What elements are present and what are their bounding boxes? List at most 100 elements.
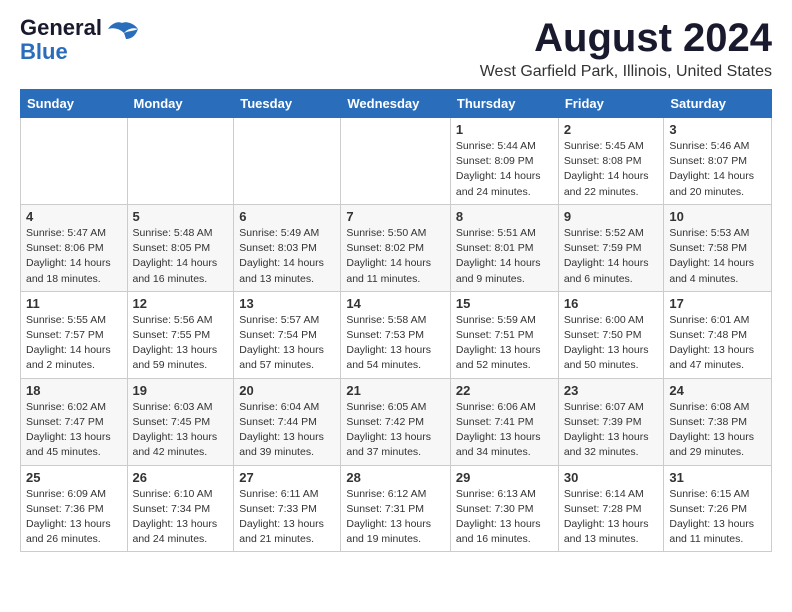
day-info: Sunrise: 5:55 AM Sunset: 7:57 PM Dayligh…: [26, 313, 122, 374]
calendar-week-row: 11 Sunrise: 5:55 AM Sunset: 7:57 PM Dayli…: [21, 291, 772, 378]
day-info: Sunrise: 5:45 AM Sunset: 8:08 PM Dayligh…: [564, 139, 659, 200]
day-number: 5: [133, 209, 229, 224]
day-number: 27: [239, 470, 335, 485]
table-row: 30 Sunrise: 6:14 AM Sunset: 7:28 PM Dayli…: [558, 465, 664, 552]
day-number: 16: [564, 296, 659, 311]
day-number: 4: [26, 209, 122, 224]
table-row: 25 Sunrise: 6:09 AM Sunset: 7:36 PM Dayli…: [21, 465, 128, 552]
header-sunday: Sunday: [21, 90, 128, 118]
day-number: 2: [564, 122, 659, 137]
day-number: 22: [456, 383, 553, 398]
day-number: 1: [456, 122, 553, 137]
table-row: 10Sunrise: 5:53 AM Sunset: 7:58 PM Dayli…: [664, 204, 772, 291]
day-number: 24: [669, 383, 766, 398]
table-row: 13 Sunrise: 5:57 AM Sunset: 7:54 PM Dayli…: [234, 291, 341, 378]
day-number: 28: [346, 470, 445, 485]
day-number: 19: [133, 383, 229, 398]
day-info: Sunrise: 6:10 AM Sunset: 7:34 PM Dayligh…: [133, 487, 229, 548]
table-row: 5 Sunrise: 5:48 AM Sunset: 8:05 PM Daylig…: [127, 204, 234, 291]
day-info: Sunrise: 5:58 AM Sunset: 7:53 PM Dayligh…: [346, 313, 445, 374]
day-info: Sunrise: 5:49 AM Sunset: 8:03 PM Dayligh…: [239, 226, 335, 287]
calendar-week-row: 25 Sunrise: 6:09 AM Sunset: 7:36 PM Dayli…: [21, 465, 772, 552]
logo-bird-icon: [104, 21, 140, 51]
day-number: 7: [346, 209, 445, 224]
day-info: Sunrise: 5:56 AM Sunset: 7:55 PM Dayligh…: [133, 313, 229, 374]
calendar-table: Sunday Monday Tuesday Wednesday Thursday…: [20, 89, 772, 552]
day-info: Sunrise: 5:46 AM Sunset: 8:07 PM Dayligh…: [669, 139, 766, 200]
day-number: 17: [669, 296, 766, 311]
calendar-week-row: 18Sunrise: 6:02 AM Sunset: 7:47 PM Dayli…: [21, 378, 772, 465]
table-row: 26 Sunrise: 6:10 AM Sunset: 7:34 PM Dayli…: [127, 465, 234, 552]
day-info: Sunrise: 6:04 AM Sunset: 7:44 PM Dayligh…: [239, 400, 335, 461]
table-row: 27 Sunrise: 6:11 AM Sunset: 7:33 PM Dayli…: [234, 465, 341, 552]
header-friday: Friday: [558, 90, 664, 118]
day-number: 13: [239, 296, 335, 311]
day-number: 6: [239, 209, 335, 224]
day-info: Sunrise: 6:05 AM Sunset: 7:42 PM Dayligh…: [346, 400, 445, 461]
logo: GeneralBlue: [20, 16, 140, 64]
table-row: 7 Sunrise: 5:50 AM Sunset: 8:02 PM Daylig…: [341, 204, 451, 291]
day-number: 3: [669, 122, 766, 137]
day-number: 30: [564, 470, 659, 485]
day-number: 20: [239, 383, 335, 398]
day-info: Sunrise: 6:11 AM Sunset: 7:33 PM Dayligh…: [239, 487, 335, 548]
day-info: Sunrise: 5:57 AM Sunset: 7:54 PM Dayligh…: [239, 313, 335, 374]
table-row: 15Sunrise: 5:59 AM Sunset: 7:51 PM Dayli…: [450, 291, 558, 378]
day-info: Sunrise: 6:03 AM Sunset: 7:45 PM Dayligh…: [133, 400, 229, 461]
header-saturday: Saturday: [664, 90, 772, 118]
day-number: 23: [564, 383, 659, 398]
table-row: 14 Sunrise: 5:58 AM Sunset: 7:53 PM Dayli…: [341, 291, 451, 378]
table-row: 1 Sunrise: 5:44 AM Sunset: 8:09 PM Daylig…: [450, 118, 558, 205]
day-info: Sunrise: 5:52 AM Sunset: 7:59 PM Dayligh…: [564, 226, 659, 287]
day-number: 26: [133, 470, 229, 485]
table-row: [234, 118, 341, 205]
day-number: 11: [26, 296, 122, 311]
calendar-title: August 2024: [480, 16, 772, 61]
title-section: August 2024 West Garfield Park, Illinois…: [480, 16, 772, 81]
table-row: 17Sunrise: 6:01 AM Sunset: 7:48 PM Dayli…: [664, 291, 772, 378]
header-tuesday: Tuesday: [234, 90, 341, 118]
day-info: Sunrise: 6:12 AM Sunset: 7:31 PM Dayligh…: [346, 487, 445, 548]
day-number: 14: [346, 296, 445, 311]
logo-text: GeneralBlue: [20, 16, 102, 64]
calendar-week-row: 4Sunrise: 5:47 AM Sunset: 8:06 PM Daylig…: [21, 204, 772, 291]
day-info: Sunrise: 5:44 AM Sunset: 8:09 PM Dayligh…: [456, 139, 553, 200]
day-info: Sunrise: 6:07 AM Sunset: 7:39 PM Dayligh…: [564, 400, 659, 461]
header-monday: Monday: [127, 90, 234, 118]
day-number: 31: [669, 470, 766, 485]
table-row: 6 Sunrise: 5:49 AM Sunset: 8:03 PM Daylig…: [234, 204, 341, 291]
day-info: Sunrise: 6:15 AM Sunset: 7:26 PM Dayligh…: [669, 487, 766, 548]
header-thursday: Thursday: [450, 90, 558, 118]
day-info: Sunrise: 6:08 AM Sunset: 7:38 PM Dayligh…: [669, 400, 766, 461]
day-number: 18: [26, 383, 122, 398]
calendar-week-row: 1 Sunrise: 5:44 AM Sunset: 8:09 PM Daylig…: [21, 118, 772, 205]
table-row: [127, 118, 234, 205]
day-number: 8: [456, 209, 553, 224]
table-row: 8 Sunrise: 5:51 AM Sunset: 8:01 PM Daylig…: [450, 204, 558, 291]
day-number: 9: [564, 209, 659, 224]
day-number: 25: [26, 470, 122, 485]
day-info: Sunrise: 5:50 AM Sunset: 8:02 PM Dayligh…: [346, 226, 445, 287]
day-number: 15: [456, 296, 553, 311]
day-info: Sunrise: 5:48 AM Sunset: 8:05 PM Dayligh…: [133, 226, 229, 287]
day-info: Sunrise: 6:14 AM Sunset: 7:28 PM Dayligh…: [564, 487, 659, 548]
day-info: Sunrise: 6:00 AM Sunset: 7:50 PM Dayligh…: [564, 313, 659, 374]
weekday-header-row: Sunday Monday Tuesday Wednesday Thursday…: [21, 90, 772, 118]
table-row: 23 Sunrise: 6:07 AM Sunset: 7:39 PM Dayli…: [558, 378, 664, 465]
day-info: Sunrise: 6:13 AM Sunset: 7:30 PM Dayligh…: [456, 487, 553, 548]
table-row: 11 Sunrise: 5:55 AM Sunset: 7:57 PM Dayli…: [21, 291, 128, 378]
table-row: 21 Sunrise: 6:05 AM Sunset: 7:42 PM Dayli…: [341, 378, 451, 465]
day-number: 21: [346, 383, 445, 398]
day-info: Sunrise: 6:09 AM Sunset: 7:36 PM Dayligh…: [26, 487, 122, 548]
table-row: 28 Sunrise: 6:12 AM Sunset: 7:31 PM Dayli…: [341, 465, 451, 552]
table-row: [341, 118, 451, 205]
table-row: 12 Sunrise: 5:56 AM Sunset: 7:55 PM Dayli…: [127, 291, 234, 378]
calendar-subtitle: West Garfield Park, Illinois, United Sta…: [480, 63, 772, 81]
table-row: 24 Sunrise: 6:08 AM Sunset: 7:38 PM Dayli…: [664, 378, 772, 465]
day-number: 12: [133, 296, 229, 311]
table-row: 3 Sunrise: 5:46 AM Sunset: 8:07 PM Daylig…: [664, 118, 772, 205]
day-number: 10: [669, 209, 766, 224]
table-row: 18Sunrise: 6:02 AM Sunset: 7:47 PM Dayli…: [21, 378, 128, 465]
day-info: Sunrise: 5:51 AM Sunset: 8:01 PM Dayligh…: [456, 226, 553, 287]
day-number: 29: [456, 470, 553, 485]
